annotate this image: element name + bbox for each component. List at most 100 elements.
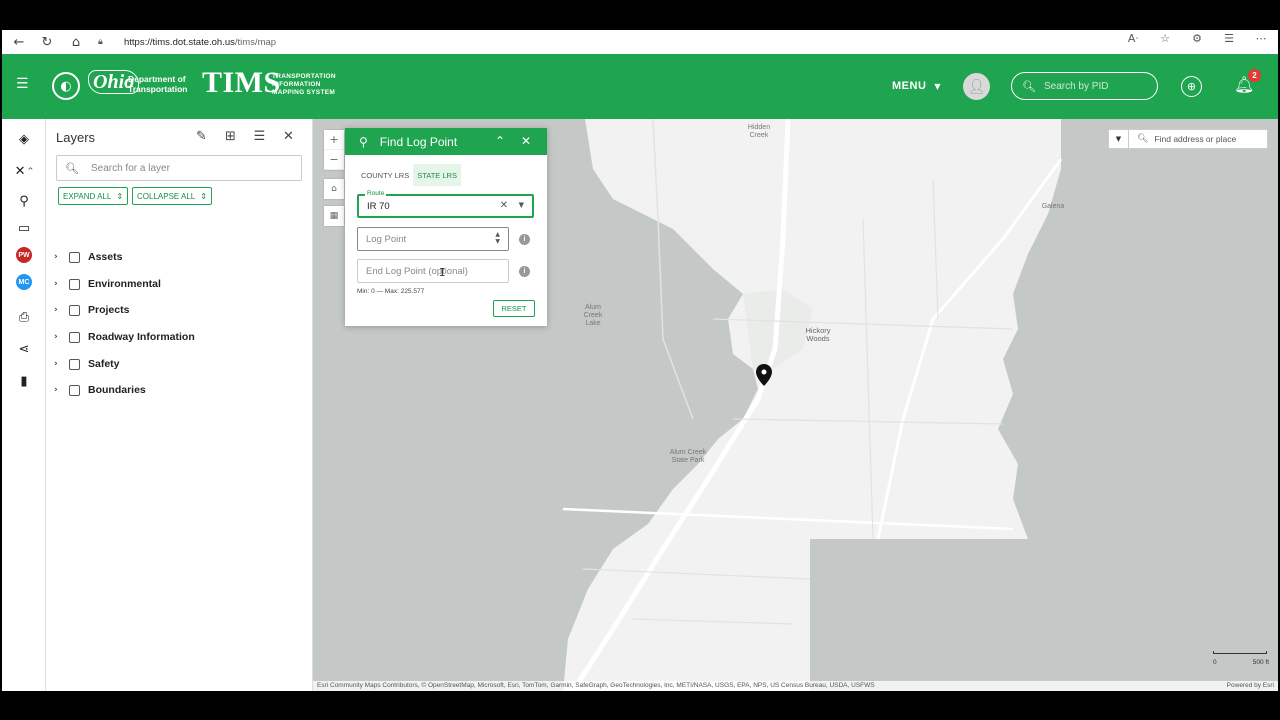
home-extent-icon[interactable]: ⌂ <box>324 179 344 199</box>
layer-checkbox[interactable] <box>69 278 80 290</box>
log-point-input[interactable] <box>366 233 476 245</box>
reload-icon[interactable]: ↻ <box>36 31 58 53</box>
chevron-right-icon[interactable]: › <box>54 332 66 342</box>
route-input[interactable] <box>367 200 477 212</box>
user-avatar[interactable]: 👤︎ <box>963 73 990 100</box>
find-log-point-header: ⚲ Find Log Point ⌃ ✕ <box>345 128 547 155</box>
scale-line <box>1213 651 1267 654</box>
location-pin-icon[interactable]: ⚲ <box>12 191 36 211</box>
layer-checkbox[interactable] <box>69 251 80 263</box>
layers-icon[interactable]: ◈ <box>12 129 36 149</box>
pid-search-input[interactable] <box>1043 80 1144 92</box>
expand-all-button[interactable]: EXPAND ALL ⇕ <box>58 187 129 205</box>
more-icon[interactable]: ⋯ <box>1250 32 1272 45</box>
tools-icon[interactable]: ✕ ^ <box>12 161 36 181</box>
close-icon[interactable]: ✕ <box>521 134 531 148</box>
layer-item-roadway-information[interactable]: › Roadway Information <box>54 329 195 345</box>
tab-county-lrs[interactable]: COUNTY LRS <box>357 164 413 186</box>
home-icon[interactable]: ⌂ <box>65 31 87 53</box>
url-host: https://tims.dot.state.oh.us <box>124 36 235 48</box>
layer-item-environmental[interactable]: › Environmental <box>54 276 161 292</box>
favorites-icon[interactable]: ☰ <box>1218 32 1240 45</box>
menu-toggle-icon[interactable]: ☰ <box>16 76 29 92</box>
map-label-hidden-creek: Hidden Creek <box>747 124 771 139</box>
info-icon[interactable]: i <box>519 234 530 245</box>
app-title[interactable]: TIMS <box>202 66 281 100</box>
end-log-point-field[interactable] <box>357 259 509 283</box>
layer-label: Boundaries <box>88 384 146 396</box>
address-search-input[interactable] <box>1154 134 1265 144</box>
mc-badge[interactable]: MC <box>16 274 32 290</box>
chevron-right-icon[interactable]: › <box>54 252 66 262</box>
route-select[interactable]: Route ✕ ▼ <box>357 190 534 218</box>
layer-checkbox[interactable] <box>69 304 80 316</box>
share-icon[interactable]: ⋖ <box>12 339 36 359</box>
globe-icon[interactable]: ⊕ <box>1181 76 1202 97</box>
main-menu-button[interactable]: MENU ▼ <box>892 80 941 92</box>
measure-ruler-icon[interactable]: ▭ <box>12 218 36 238</box>
browser-toolbar: ← ↻ ⌂ 🔒︎ https://tims.dot.state.oh.us /t… <box>2 30 1278 54</box>
layer-search-input[interactable] <box>90 162 291 174</box>
close-icon[interactable]: ✕ <box>281 129 296 144</box>
collapse-all-button[interactable]: COLLAPSE ALL ⇕ <box>132 187 212 205</box>
read-aloud-icon[interactable]: Aᐧ <box>1122 32 1144 45</box>
tab-state-lrs[interactable]: STATE LRS <box>413 164 461 186</box>
number-stepper-icon[interactable]: ▲ ▼ <box>495 231 500 245</box>
layer-item-projects[interactable]: › Projects <box>54 302 129 318</box>
back-icon[interactable]: ← <box>8 31 30 53</box>
pid-search-box[interactable]: 🔍︎ <box>1011 72 1158 100</box>
layers-panel: Layers ✎ ⊞ ☰ ✕ 🔍︎ EXPAND ALL ⇕ COLLAPSE A… <box>47 119 313 691</box>
info-icon[interactable]: i <box>519 266 530 277</box>
clear-icon[interactable]: ✕ <box>500 200 508 211</box>
layer-checkbox[interactable] <box>69 358 80 370</box>
scale-bar: 0 500 ft <box>1211 649 1269 669</box>
layers-title: Layers <box>56 130 96 145</box>
layers-panel-actions: ✎ ⊞ ☰ ✕ <box>194 129 296 144</box>
print-icon[interactable]: ⎙ <box>12 307 36 327</box>
chevron-right-icon[interactable]: › <box>54 385 66 395</box>
url-path: /tims/map <box>234 36 277 48</box>
find-log-point-panel: ⚲ Find Log Point ⌃ ✕ COUNTY LRS STATE LR… <box>345 128 547 326</box>
caret-down-icon: ▼ <box>934 82 942 91</box>
log-point-field[interactable]: ▲▼ <box>357 227 509 251</box>
powered-by-esri[interactable]: Powered by Esri <box>1227 681 1274 691</box>
address-search-box[interactable]: ▼ 🔍︎ <box>1108 129 1268 149</box>
edit-layers-icon[interactable]: ✎ <box>194 129 209 144</box>
route-label: Route <box>365 190 387 197</box>
layer-item-assets[interactable]: › Assets <box>54 249 122 265</box>
layer-search-box[interactable]: 🔍︎ <box>56 155 302 181</box>
basemap-gallery-icon[interactable]: ▦ <box>324 206 344 226</box>
app-subtitle: TRANSPORTATION INFORMATION MAPPING SYSTE… <box>272 73 336 96</box>
collapse-all-label: COLLAPSE ALL <box>137 191 196 201</box>
zoom-out-icon[interactable]: − <box>324 150 344 170</box>
source-dropdown-icon[interactable]: ▼ <box>1109 130 1129 148</box>
chevron-right-icon[interactable]: › <box>54 305 66 315</box>
attribution-text: Esri Community Maps Contributors, © Open… <box>317 682 875 689</box>
reset-button[interactable]: RESET <box>493 300 535 317</box>
collapse-chevron-icon[interactable]: ⌃ <box>495 134 505 148</box>
text-cursor-icon: I <box>439 266 446 279</box>
add-layer-icon[interactable]: ⊞ <box>223 129 238 144</box>
layer-item-boundaries[interactable]: › Boundaries <box>54 382 146 398</box>
layer-item-safety[interactable]: › Safety <box>54 356 120 372</box>
zoom-in-icon[interactable]: + <box>324 130 344 150</box>
chevron-right-icon[interactable]: › <box>54 359 66 369</box>
end-log-point-input[interactable] <box>366 265 476 277</box>
chevron-right-icon[interactable]: › <box>54 279 66 289</box>
layer-label: Assets <box>88 251 123 263</box>
scale-start: 0 <box>1213 659 1217 666</box>
map-attribution: Esri Community Maps Contributors, © Open… <box>313 681 1278 691</box>
legend-list-icon[interactable]: ☰ <box>252 129 267 144</box>
browser-window: ← ↻ ⌂ 🔒︎ https://tims.dot.state.oh.us /t… <box>2 30 1278 691</box>
marker-center <box>761 369 767 375</box>
pw-badge[interactable]: PW <box>16 247 32 263</box>
layer-label: Projects <box>88 304 130 316</box>
layer-checkbox[interactable] <box>69 331 80 343</box>
chevron-down-icon[interactable]: ▼ <box>519 201 524 209</box>
extensions-icon[interactable]: ⚙ <box>1186 32 1208 45</box>
layer-checkbox[interactable] <box>69 384 80 396</box>
favorite-star-icon[interactable]: ☆ <box>1154 32 1176 45</box>
address-bar[interactable]: 🔒︎ https://tims.dot.state.oh.us /tims/ma… <box>98 32 1148 52</box>
bookmark-icon[interactable]: ▮ <box>12 371 36 391</box>
dept-line-2: Transportation <box>128 84 188 94</box>
